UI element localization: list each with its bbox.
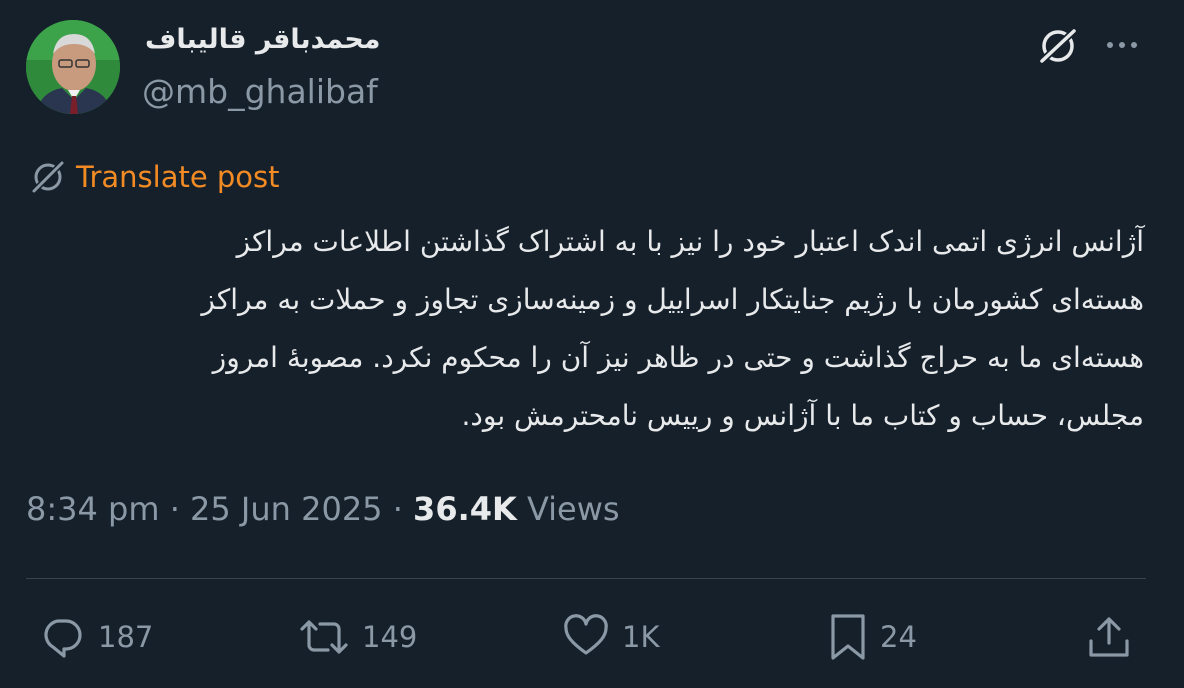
- more-horizontal-icon: [1107, 42, 1137, 48]
- views-count[interactable]: 36.4K: [413, 490, 517, 528]
- reply-button[interactable]: 187: [38, 610, 153, 664]
- author-display-name[interactable]: محمدباقر قالیباف: [145, 24, 381, 55]
- post-date[interactable]: 25 Jun 2025: [190, 490, 383, 528]
- more-options-button[interactable]: [1100, 30, 1144, 60]
- post-line: مجلس، حساب و کتاب ما با آژانس و رییس نام…: [461, 399, 1144, 432]
- like-count: 1K: [622, 620, 660, 654]
- share-icon: [1089, 617, 1129, 657]
- profile-photo: [26, 20, 120, 114]
- post-line: آژانس انرژی اتمی اندک اعتبار خود را نیز …: [236, 225, 1144, 258]
- grok-button[interactable]: [1036, 26, 1080, 66]
- post-time[interactable]: 8:34 pm: [26, 490, 160, 528]
- share-button[interactable]: [1086, 610, 1132, 664]
- bookmark-icon: [831, 614, 865, 660]
- divider: [26, 578, 1146, 579]
- heart-icon: [564, 614, 608, 655]
- post-text: آژانس انرژی اتمی اندک اعتبار خود را نیز …: [30, 213, 1144, 445]
- repost-button[interactable]: 149: [298, 610, 417, 664]
- views-label: Views: [526, 490, 620, 528]
- translate-post-link[interactable]: Translate post: [28, 158, 280, 196]
- bookmark-count: 24: [880, 620, 917, 654]
- bookmark-button[interactable]: 24: [828, 610, 917, 664]
- meta-separator: ·: [392, 490, 403, 528]
- author-handle[interactable]: @mb_ghalibaf: [142, 72, 378, 111]
- avatar[interactable]: [26, 20, 120, 114]
- meta-separator: ·: [169, 490, 180, 528]
- post-line: هسته‌ای کشورمان با رژیم جنایتکار اسراییل…: [201, 283, 1144, 316]
- post-meta: 8:34 pm · 25 Jun 2025 · 36.4K Views: [26, 490, 620, 528]
- translate-label: Translate post: [76, 160, 280, 194]
- repost-icon: [300, 620, 348, 654]
- repost-count: 149: [362, 620, 418, 654]
- like-button[interactable]: 1K: [562, 610, 659, 664]
- grok-translate-icon: [31, 160, 65, 194]
- reply-count: 187: [98, 620, 154, 654]
- post-line: هسته‌ای ما به حراج گذاشت و حتی در ظاهر ن…: [212, 341, 1144, 374]
- grok-slash-icon: [1039, 28, 1077, 64]
- reply-icon: [44, 619, 82, 658]
